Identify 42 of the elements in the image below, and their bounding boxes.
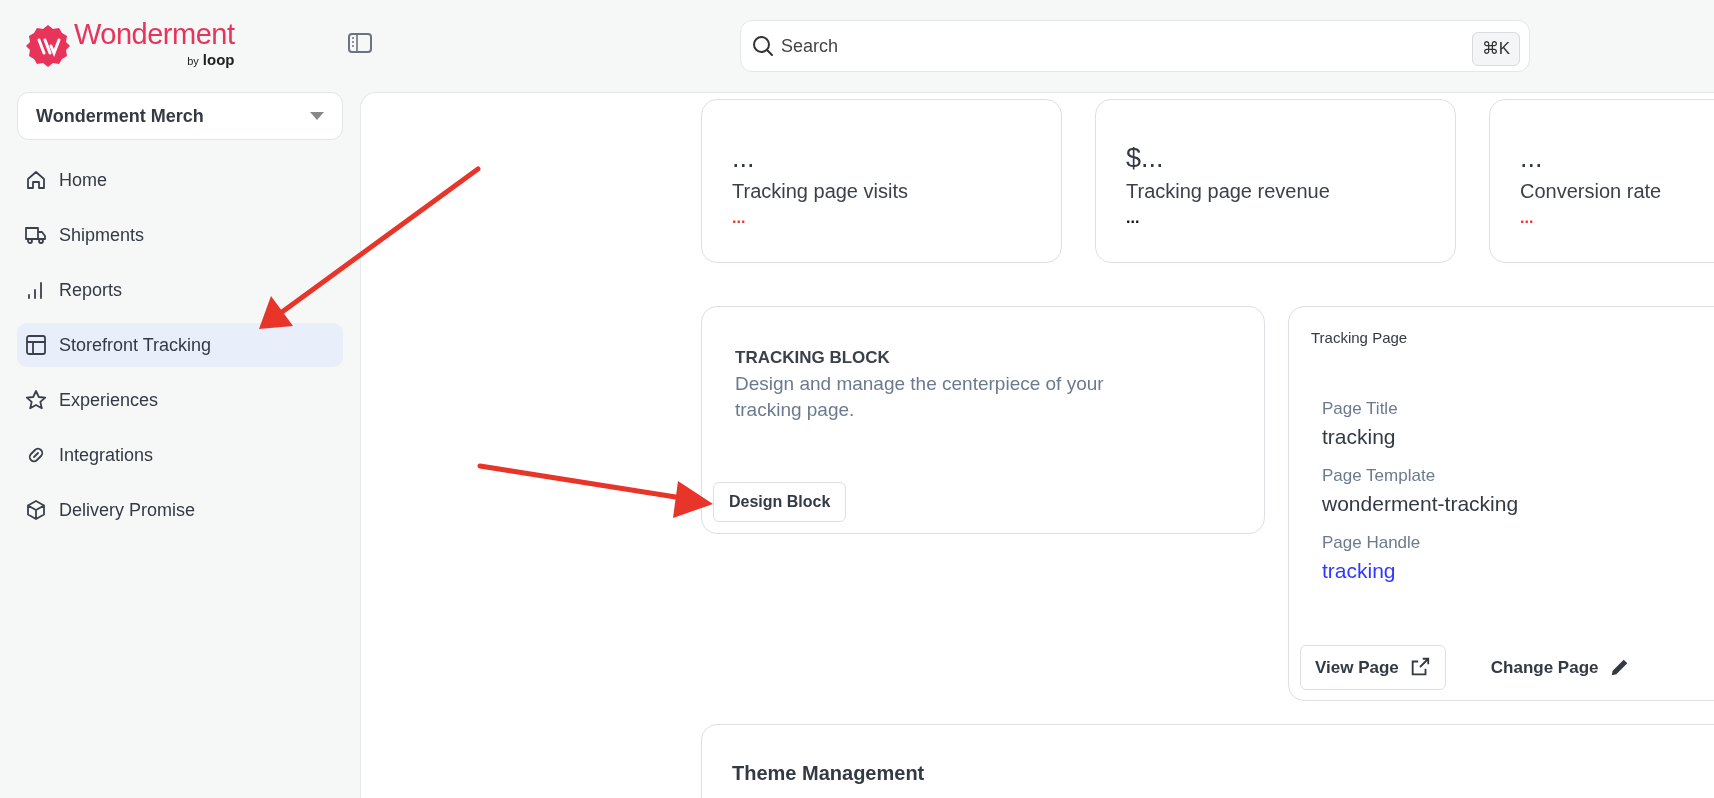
stat-change: ... [1126, 209, 1140, 226]
nav-item[interactable]: Home [17, 158, 343, 202]
field-label: Page Template [1322, 464, 1437, 487]
sidebar-toggle-icon[interactable] [348, 30, 372, 54]
nav-item[interactable]: Integrations [17, 433, 343, 477]
nav-item[interactable]: Shipments [17, 213, 343, 257]
caret-icon [310, 112, 324, 120]
design-block-button[interactable]: Design Block [713, 482, 847, 522]
stat-value: ... [1520, 144, 1544, 174]
field-label: Page Title [1322, 397, 1399, 420]
field-label: Page Handle [1322, 531, 1422, 554]
truck-icon [25, 224, 47, 246]
card-description: Design and manage the centerpiece of your tracking page. [735, 371, 1105, 423]
stat-label: Conversion rate [1520, 178, 1663, 204]
page-handle-link[interactable]: tracking [1322, 559, 1396, 582]
store-selector[interactable]: Wonderment Merch [17, 92, 343, 140]
card-title: Theme Management [732, 761, 926, 786]
box-icon [25, 499, 47, 521]
search-icon [752, 35, 774, 57]
logo-icon [26, 24, 70, 68]
stat-label: Tracking page revenue [1126, 178, 1331, 204]
card-title: TRACKING BLOCK [735, 347, 891, 369]
field-value: tracking [1322, 425, 1396, 448]
stat-value: ... [732, 144, 756, 174]
nav-item[interactable]: Delivery Promise [17, 488, 343, 532]
nav-item[interactable]: Experiences [17, 378, 343, 422]
layout-icon [25, 334, 47, 356]
star-icon [25, 389, 47, 411]
shortcut-key: ⌘K [1471, 32, 1520, 66]
nav-item[interactable]: Storefront Tracking [17, 323, 343, 367]
brand-byline: by [187, 54, 199, 70]
stat-change: ... [732, 209, 746, 226]
field-value: wonderment-tracking [1322, 492, 1519, 515]
stat-value: $... [1126, 144, 1165, 174]
brand-name: Wonderment [74, 20, 235, 50]
stat-label: Tracking page visits [732, 178, 909, 204]
brand-byline-name: loop [202, 50, 235, 71]
card-title: Tracking Page [1311, 328, 1409, 348]
nav-item[interactable]: Reports [17, 268, 343, 312]
home-icon [25, 169, 47, 191]
stat-change: ... [1520, 209, 1534, 226]
view-page-button[interactable]: View Page [1300, 644, 1446, 690]
